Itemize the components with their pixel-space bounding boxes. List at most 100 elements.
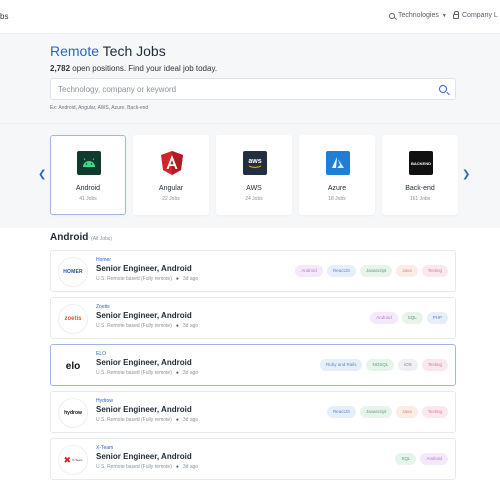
job-tag[interactable]: Javascript xyxy=(359,406,393,418)
job-card-hydrow[interactable]: hydrow Hydrow Senior Engineer, Android U… xyxy=(50,391,456,433)
aws-icon: aws xyxy=(243,151,267,175)
job-tag[interactable]: PHP xyxy=(426,312,448,324)
brand-logo-fragment[interactable]: bs xyxy=(0,12,8,21)
tech-name: Back-end xyxy=(405,185,435,192)
job-tag[interactable]: Android xyxy=(370,312,398,324)
job-location: U.S. Remote based (Fully remote) xyxy=(96,417,172,423)
job-search-box[interactable] xyxy=(50,78,456,100)
company-login-link[interactable]: Company L xyxy=(453,11,498,19)
separator-dot: ● xyxy=(175,276,179,282)
tech-card-android[interactable]: Android 41 Jobs xyxy=(50,135,126,215)
job-tag[interactable]: Testing xyxy=(421,265,448,277)
job-age: 3d ago xyxy=(182,323,199,329)
tech-name: Azure xyxy=(327,185,347,192)
section-subtitle: (All Jobs) xyxy=(91,236,112,242)
tech-card-angular[interactable]: Angular 22 Jobs xyxy=(133,135,209,215)
job-tags: Android ReactJS Javascript Java Testing xyxy=(295,265,448,277)
elo-logo-text: elo xyxy=(65,360,81,372)
job-location: U.S. Remote based (Fully remote) xyxy=(96,276,172,282)
job-meta: U.S. Remote based (Fully remote) ● 3d ag… xyxy=(96,276,198,282)
angular-icon xyxy=(160,151,184,175)
job-tags: SQL Android xyxy=(395,453,448,465)
job-title[interactable]: Senior Engineer, Android xyxy=(96,264,192,273)
job-card-homer[interactable]: HOMER Homer Senior Engineer, Android U.S… xyxy=(50,250,456,292)
job-meta: U.S. Remote based (Fully remote) ● 3d ag… xyxy=(96,370,198,376)
job-tag[interactable]: Java xyxy=(396,265,418,277)
search-examples: Ex: Android, Angular, AWS, Azure, Back-e… xyxy=(50,105,149,111)
job-card-xteam[interactable]: ✖ X-Team X-Team Senior Engineer, Android… xyxy=(50,438,456,480)
open-positions-count: 2,782 xyxy=(50,64,71,73)
job-title[interactable]: Senior Engineer, Android xyxy=(96,405,192,414)
hero-section: Remote Tech Jobs 2,782 open positions. F… xyxy=(0,34,500,124)
page-title-rest: Tech Jobs xyxy=(99,43,166,59)
job-tag[interactable]: Ruby and Rails xyxy=(319,359,363,371)
job-tag[interactable]: Testing xyxy=(421,406,448,418)
job-tag[interactable]: ReactJS xyxy=(326,265,356,277)
carousel-next-icon[interactable]: ❯ xyxy=(462,169,470,180)
job-tag[interactable]: Javascript xyxy=(359,265,393,277)
job-company[interactable]: Zoetis xyxy=(96,304,110,310)
tech-name: Angular xyxy=(158,185,184,192)
job-company[interactable]: Homer xyxy=(96,257,111,263)
job-company[interactable]: X-Team xyxy=(96,445,113,451)
job-card-elo[interactable]: elo ELO Senior Engineer, Android U.S. Re… xyxy=(50,344,456,386)
open-positions-text: open positions. Find your ideal job toda… xyxy=(70,64,218,73)
job-location: U.S. Remote based (Fully remote) xyxy=(96,464,172,470)
lock-icon xyxy=(453,11,459,19)
job-tag[interactable]: Android xyxy=(295,265,323,277)
job-tags: Android SQL PHP xyxy=(370,312,448,324)
job-tags: Ruby and Rails NOSQL iOS Testing xyxy=(319,359,448,371)
job-title[interactable]: Senior Engineer, Android xyxy=(96,358,192,367)
job-title[interactable]: Senior Engineer, Android xyxy=(96,311,192,320)
job-tag[interactable]: iOS xyxy=(398,359,418,371)
job-tag[interactable]: SQL xyxy=(401,312,423,324)
android-icon xyxy=(77,151,101,175)
company-logo: hydrow xyxy=(58,398,88,428)
section-title: Android (All Jobs) xyxy=(50,232,112,243)
company-logo: zoetis xyxy=(58,304,88,334)
azure-icon xyxy=(326,151,350,175)
xteam-logo-text: X-Team xyxy=(72,458,83,462)
job-tag[interactable]: Testing xyxy=(421,359,448,371)
technology-carousel: ❮ Android 41 Jobs Angular 22 Jobs aws AW… xyxy=(0,124,500,228)
company-logo: elo xyxy=(58,351,88,381)
top-navigation-bar: bs Technologies ▼ Company L xyxy=(0,0,500,34)
tech-name: AWS xyxy=(246,185,262,192)
search-icon[interactable] xyxy=(439,85,447,93)
job-tags: ReactJS Javascript Java Testing xyxy=(326,406,448,418)
job-search-input[interactable] xyxy=(58,83,418,96)
job-age: 3d ago xyxy=(182,276,199,282)
backend-icon: BACKEND xyxy=(409,151,433,175)
job-card-zoetis[interactable]: zoetis Zoetis Senior Engineer, Android U… xyxy=(50,297,456,339)
carousel-prev-icon[interactable]: ❮ xyxy=(38,169,46,180)
job-tag[interactable]: NOSQL xyxy=(366,359,395,371)
job-title[interactable]: Senior Engineer, Android xyxy=(96,452,192,461)
job-meta: U.S. Remote based (Fully remote) ● 3d ag… xyxy=(96,417,198,423)
hydrow-logo-text: hydrow xyxy=(64,410,82,416)
job-tag[interactable]: Java xyxy=(396,406,418,418)
tech-card-azure[interactable]: Azure 18 Jobs xyxy=(299,135,375,215)
job-tag[interactable]: SQL xyxy=(395,453,417,465)
job-tag[interactable]: ReactJS xyxy=(326,406,356,418)
job-age: 3d ago xyxy=(182,417,199,423)
job-meta: U.S. Remote based (Fully remote) ● 3d ag… xyxy=(96,323,198,329)
company-login-label: Company L xyxy=(462,12,498,19)
job-meta: U.S. Remote based (Fully remote) ● 3d ag… xyxy=(96,464,198,470)
technologies-menu[interactable]: Technologies ▼ xyxy=(389,12,447,19)
page-title: Remote Tech Jobs xyxy=(50,43,166,59)
homer-logo-text: HOMER xyxy=(63,269,83,275)
tech-card-backend[interactable]: BACKEND Back-end 161 Jobs xyxy=(382,135,458,215)
job-location: U.S. Remote based (Fully remote) xyxy=(96,370,172,376)
separator-dot: ● xyxy=(175,464,179,470)
job-tag[interactable]: Android xyxy=(420,453,448,465)
job-age: 3d ago xyxy=(182,370,199,376)
tech-job-count: 18 Jobs xyxy=(328,196,346,202)
x-mark-icon: ✖ xyxy=(63,454,72,465)
section-title-text: Android xyxy=(50,232,89,243)
tech-job-count: 22 Jobs xyxy=(162,196,180,202)
tech-card-aws[interactable]: aws AWS 24 Jobs xyxy=(216,135,292,215)
company-logo: ✖ X-Team xyxy=(58,445,88,475)
job-company[interactable]: Hydrow xyxy=(96,398,113,404)
job-company[interactable]: ELO xyxy=(96,351,106,357)
xteam-logo: ✖ X-Team xyxy=(63,454,83,465)
